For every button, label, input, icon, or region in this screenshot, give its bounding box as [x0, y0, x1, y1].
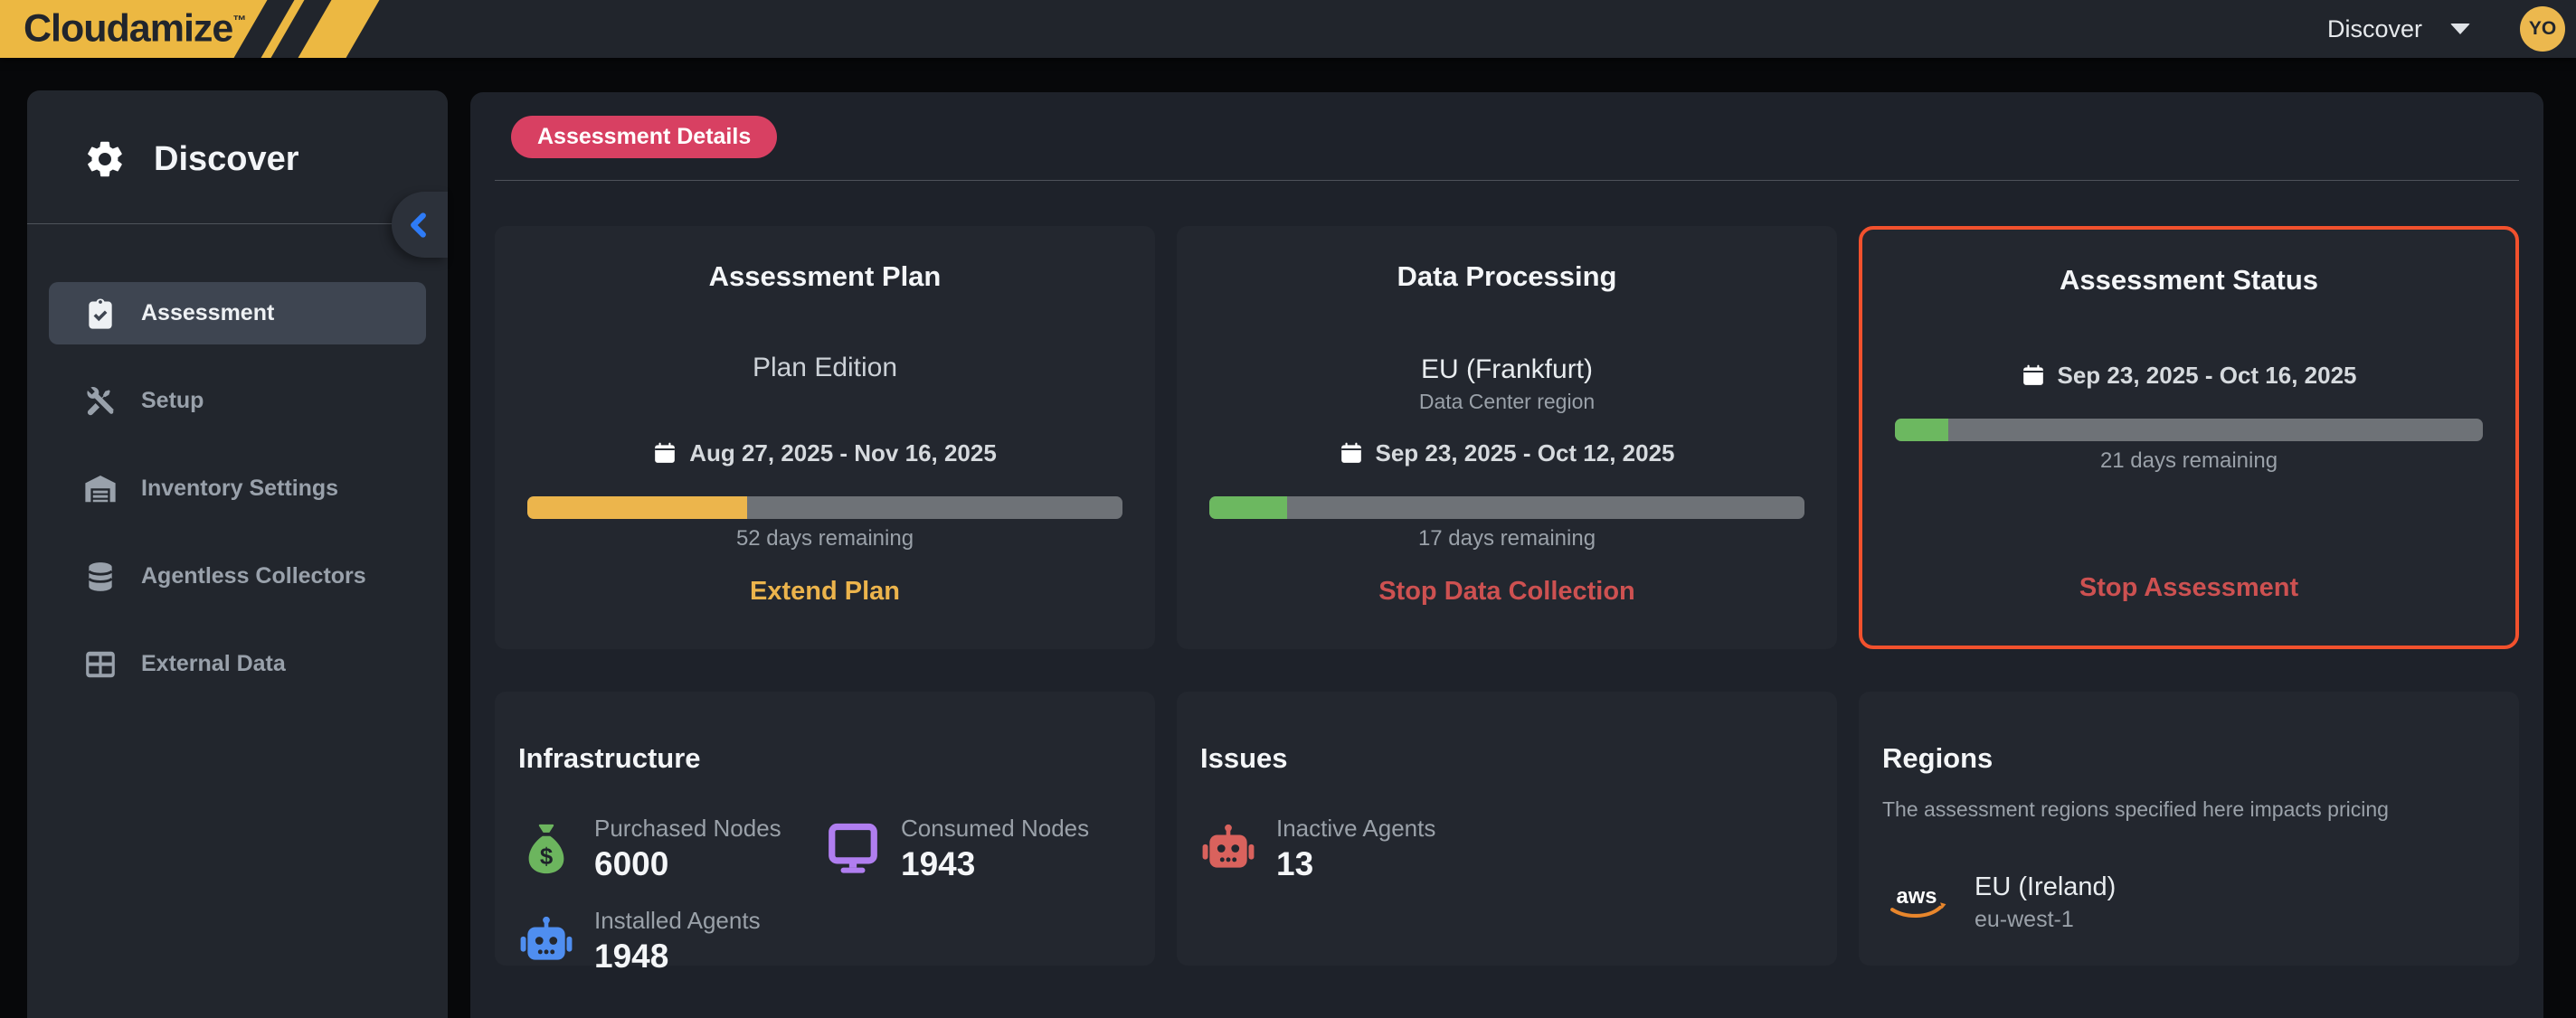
topbar: Cloudamize™ Discover YO [0, 0, 2576, 58]
progress-fill [1209, 496, 1287, 519]
infrastructure-card: Infrastructure $ Purchased Nodes 6000 Co… [495, 692, 1155, 966]
assessment-plan-card: Assessment Plan Plan Edition Aug 27, 202… [495, 226, 1155, 649]
card-title: Infrastructure [518, 742, 1132, 775]
inactive-agents-stat: Inactive Agents 13 [1200, 815, 1507, 883]
calendar-icon [653, 441, 677, 465]
app-switcher-label: Discover [2327, 15, 2422, 43]
svg-text:aws: aws [1897, 884, 1937, 909]
robot-icon [518, 913, 574, 969]
card-title: Data Processing [1177, 260, 1837, 293]
sidebar-item-setup[interactable]: Setup [49, 370, 426, 432]
assessment-details-badge[interactable]: Assessment Details [511, 116, 777, 158]
warehouse-icon [83, 472, 118, 506]
database-icon [83, 560, 118, 594]
sidebar-item-external-data[interactable]: External Data [49, 633, 426, 695]
chevron-down-icon [2450, 24, 2470, 34]
stop-data-collection-button[interactable]: Stop Data Collection [1177, 576, 1837, 608]
stat-label: Inactive Agents [1276, 815, 1435, 843]
sidebar: Discover Assessment Setup Inventory Sett… [27, 90, 448, 1018]
region-code: eu-west-1 [1975, 907, 2116, 933]
stop-assessment-button[interactable]: Stop Assessment [1862, 572, 2515, 604]
sidebar-header: Discover [27, 90, 448, 181]
main-panel: Assessment Details Assessment Plan Plan … [470, 92, 2543, 1018]
region-name: EU (Ireland) [1975, 872, 2116, 902]
money-bag-icon: $ [518, 821, 574, 877]
tools-icon [83, 384, 118, 419]
card-title: Assessment Plan [495, 260, 1155, 293]
consumed-nodes-stat: Consumed Nodes 1943 [825, 815, 1132, 883]
data-center-region: EU (Frankfurt) [1177, 354, 1837, 385]
progress-bar [527, 496, 1122, 519]
aws-logo-icon: aws [1882, 881, 1951, 925]
progress-bar [1209, 496, 1804, 519]
stat-label: Purchased Nodes [594, 815, 781, 843]
data-center-region-label: Data Center region [1177, 390, 1837, 414]
chevron-left-icon [403, 209, 436, 241]
calendar-icon [2022, 363, 2045, 387]
monitor-icon [825, 821, 881, 877]
gear-icon [83, 137, 127, 181]
app-switcher-dropdown[interactable]: Discover [2327, 15, 2470, 43]
calendar-icon [1340, 441, 1363, 465]
sidebar-item-label: Inventory Settings [141, 476, 338, 502]
sidebar-nav: Assessment Setup Inventory Settings Agen… [27, 282, 448, 695]
sidebar-divider [27, 223, 448, 224]
sidebar-item-label: Assessment [141, 300, 274, 326]
card-title: Issues [1200, 742, 1814, 775]
days-remaining: 21 days remaining [1862, 448, 2515, 474]
sidebar-item-agentless-collectors[interactable]: Agentless Collectors [49, 545, 426, 608]
sidebar-item-label: External Data [141, 651, 286, 677]
region-item: aws EU (Ireland) eu-west-1 [1882, 872, 2496, 933]
robot-alert-icon [1200, 821, 1256, 877]
card-title: Assessment Status [1862, 264, 2515, 297]
panel-divider [495, 180, 2519, 181]
cloudamize-logo[interactable]: Cloudamize™ [0, 0, 398, 58]
regions-subtitle: The assessment regions specified here im… [1882, 797, 2496, 822]
clipboard-check-icon [83, 297, 118, 331]
progress-fill [527, 496, 747, 519]
stat-label: Installed Agents [594, 907, 761, 935]
sidebar-item-inventory-settings[interactable]: Inventory Settings [49, 457, 426, 520]
progress-bar [1895, 419, 2483, 441]
days-remaining: 17 days remaining [1177, 526, 1837, 551]
plan-edition-label: Plan Edition [495, 353, 1155, 383]
regions-card: Regions The assessment regions specified… [1859, 692, 2519, 966]
stat-value: 1948 [594, 938, 761, 976]
table-icon [83, 647, 118, 682]
svg-text:$: $ [540, 844, 553, 870]
extend-plan-button[interactable]: Extend Plan [495, 576, 1155, 608]
avatar[interactable]: YO [2520, 6, 2565, 52]
sidebar-title: Discover [154, 140, 299, 179]
date-range: Sep 23, 2025 - Oct 16, 2025 [1862, 362, 2515, 390]
installed-agents-stat: Installed Agents 1948 [518, 907, 825, 976]
sidebar-item-assessment[interactable]: Assessment [49, 282, 426, 344]
purchased-nodes-stat: $ Purchased Nodes 6000 [518, 815, 825, 883]
stat-value: 1943 [901, 845, 1089, 883]
date-range: Aug 27, 2025 - Nov 16, 2025 [495, 439, 1155, 467]
data-processing-card: Data Processing EU (Frankfurt) Data Cent… [1177, 226, 1837, 649]
sidebar-item-label: Agentless Collectors [141, 563, 366, 589]
assessment-status-card: Assessment Status Sep 23, 2025 - Oct 16,… [1859, 226, 2519, 649]
date-range: Sep 23, 2025 - Oct 12, 2025 [1177, 439, 1837, 467]
stat-label: Consumed Nodes [901, 815, 1089, 843]
days-remaining: 52 days remaining [495, 526, 1155, 551]
issues-card: Issues Inactive Agents 13 [1177, 692, 1837, 966]
progress-fill [1895, 419, 1948, 441]
collapse-sidebar-button[interactable] [392, 192, 448, 258]
card-title: Regions [1882, 742, 2496, 775]
logo-text: Cloudamize™ [24, 7, 246, 52]
stat-value: 6000 [594, 845, 781, 883]
stat-value: 13 [1276, 845, 1435, 883]
sidebar-item-label: Setup [141, 388, 204, 414]
